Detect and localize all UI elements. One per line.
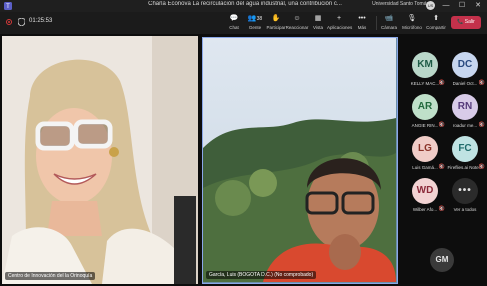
- avatar: KM: [412, 52, 438, 78]
- close-window-button[interactable]: ✕: [471, 0, 485, 12]
- participant-card[interactable]: KM KELLY MAC... 🔇: [405, 52, 445, 94]
- phone-icon: 📞: [457, 19, 464, 25]
- camera-icon: 📹: [384, 15, 394, 22]
- camera-button[interactable]: 📹 Cámara: [377, 14, 401, 32]
- recording-icon: [6, 19, 12, 25]
- video-tile-left[interactable]: Centro de Innovación del la Orinoquía: [2, 36, 198, 284]
- camera-label: Cámara: [380, 25, 397, 30]
- participant-card[interactable]: DC Daniel Oct... 🔇: [445, 52, 485, 94]
- view-all-label: Ver a todos: [453, 207, 477, 212]
- participant-name-right: García, Luis (BOGOTA D.C.) (No comprobad…: [206, 271, 317, 279]
- participant-name-left: Centro de Innovación del la Orinoquía: [5, 272, 96, 280]
- maximize-button[interactable]: ☐: [455, 0, 469, 12]
- mic-off-icon: 🔇: [478, 80, 485, 86]
- self-avatar[interactable]: GM: [430, 248, 454, 272]
- shield-icon: [18, 18, 25, 26]
- leave-button[interactable]: 📞 Salir: [451, 16, 481, 29]
- meeting-timer: 01:25:53: [29, 18, 53, 24]
- participant-video-left: [2, 36, 198, 284]
- share-icon: ⬆: [433, 15, 439, 22]
- apps-icon: +: [336, 15, 342, 22]
- organization-name: Universidad Santo Tomás: [372, 1, 429, 7]
- avatar: AR: [412, 94, 438, 120]
- microphone-button[interactable]: 🎙 Micrófono: [400, 14, 424, 32]
- people-count: 38: [256, 16, 263, 22]
- meeting-toolbar: 01:25:53 💬 Chat 👥38 Gente ✋ Participar ☺…: [0, 12, 487, 34]
- leave-label: Salir: [464, 19, 475, 25]
- svg-text:T: T: [6, 4, 10, 10]
- microphone-icon: 🎙: [407, 15, 417, 22]
- apps-label: Aplicaciones: [327, 25, 353, 30]
- window-title: Charla Econova La recirculación del agua…: [148, 1, 342, 7]
- participant-video-right: [203, 38, 396, 282]
- user-avatar[interactable]: US: [426, 1, 435, 10]
- avatar: WD: [412, 178, 438, 204]
- title-bar: T Charla Econova La recirculación del ag…: [0, 0, 487, 12]
- mic-off-icon: 🔇: [478, 164, 485, 170]
- microphone-label: Micrófono: [402, 25, 422, 30]
- apps-button[interactable]: + Aplicaciones: [327, 14, 353, 32]
- participant-card[interactable]: WD Wilber Afo... 🔇: [405, 178, 445, 220]
- avatar: DC: [452, 52, 478, 78]
- meeting-stage: Centro de Innovación del la Orinoquía Ga…: [0, 34, 487, 286]
- mic-off-icon: 🔇: [478, 122, 485, 128]
- minimize-button[interactable]: —: [439, 0, 453, 12]
- avatar: RN: [452, 94, 478, 120]
- more-button[interactable]: ••• Más: [350, 14, 374, 32]
- avatar: LG: [412, 136, 438, 162]
- video-tile-right[interactable]: García, Luis (BOGOTA D.C.) (No comprobad…: [202, 37, 398, 284]
- participant-card[interactable]: RN roadur me... 🔇: [445, 94, 485, 136]
- view-all-button[interactable]: ••• Ver a todos: [445, 178, 485, 220]
- teams-logo-icon: T: [4, 2, 12, 10]
- participant-card[interactable]: FC Fireflies.ai Note... 🔇: [445, 136, 485, 178]
- more-participants-icon: •••: [452, 178, 478, 204]
- share-label: Compartir: [426, 25, 446, 30]
- more-label: Más: [357, 25, 367, 30]
- participant-card[interactable]: AR ANGIE RIN... 🔇: [405, 94, 445, 136]
- share-button[interactable]: ⬆ Compartir: [424, 14, 448, 32]
- participant-card[interactable]: LG Luis Gamá... 🔇: [405, 136, 445, 178]
- more-icon: •••: [358, 15, 366, 22]
- avatar: FC: [452, 136, 478, 162]
